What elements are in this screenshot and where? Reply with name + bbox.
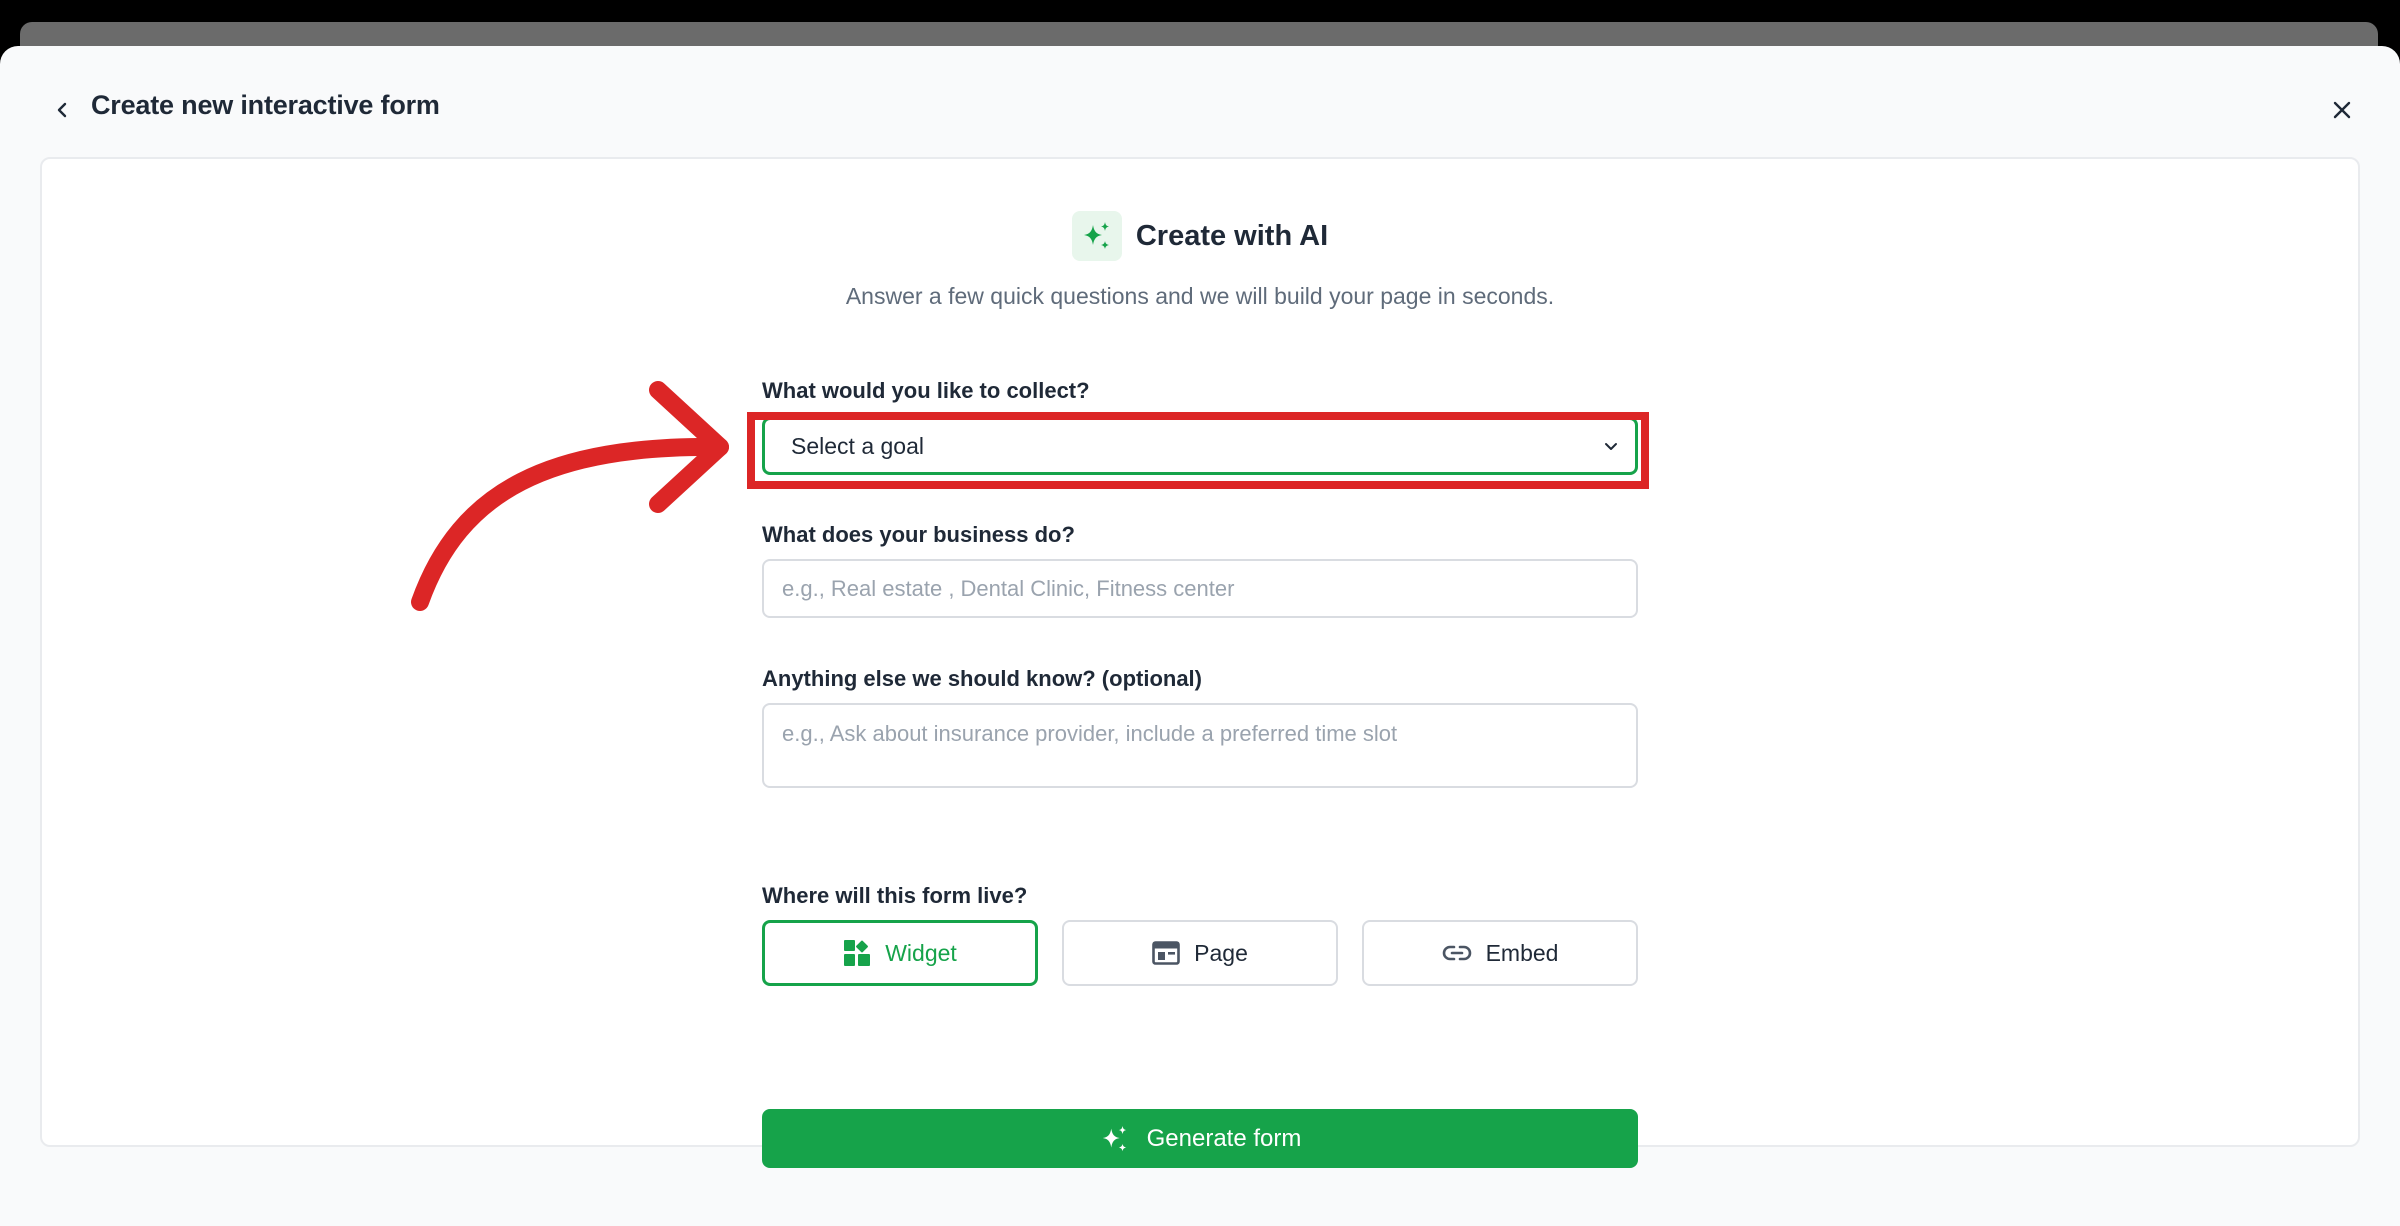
sparkles-icon [1102,1125,1126,1151]
create-form-modal: Create new interactive form Create with … [0,46,2400,1226]
page-icon [1152,941,1180,965]
close-button[interactable] [2322,90,2362,130]
placement-option-widget-label: Widget [885,939,957,966]
annotation-arrow [411,381,729,611]
business-input[interactable]: e.g., Real estate , Dental Clinic, Fitne… [762,559,1638,618]
modal-header: Create new interactive form [0,46,2400,154]
extra-info-placeholder: e.g., Ask about insurance provider, incl… [782,721,1398,746]
placement-label: Where will this form live? [762,883,1028,908]
placement-option-embed-label: Embed [1485,939,1559,966]
widget-icon [844,940,871,966]
collect-label: What would you like to collect? [762,378,1090,403]
placement-option-widget[interactable]: Widget [762,920,1038,986]
hero: Create with AI Answer a few quick questi… [42,211,2358,310]
extra-info-textarea[interactable]: e.g., Ask about insurance provider, incl… [762,703,1638,788]
sparkles-icon [1071,211,1122,261]
extra-info-label: Anything else we should know? (optional) [762,666,1202,691]
chevron-left-icon [57,102,67,118]
back-button[interactable] [44,92,80,128]
business-label: What does your business do? [762,522,1075,547]
annotation-highlight-box [747,412,1649,489]
link-icon [1442,945,1471,961]
close-icon [2333,101,2351,119]
hero-title: Create with AI [1135,219,1329,252]
business-placeholder: e.g., Real estate , Dental Clinic, Fitne… [782,575,1235,601]
modal-title: Create new interactive form [91,90,440,120]
placement-option-embed[interactable]: Embed [1362,920,1638,986]
generate-form-label: Generate form [1146,1124,1302,1152]
placement-option-page-label: Page [1194,939,1248,966]
form-card: Create with AI Answer a few quick questi… [40,157,2360,1168]
placement-option-page[interactable]: Page [1062,920,1338,986]
hero-subtitle: Answer a few quick questions and we will… [845,283,1555,309]
generate-form-button[interactable]: Generate form [762,1109,1638,1168]
